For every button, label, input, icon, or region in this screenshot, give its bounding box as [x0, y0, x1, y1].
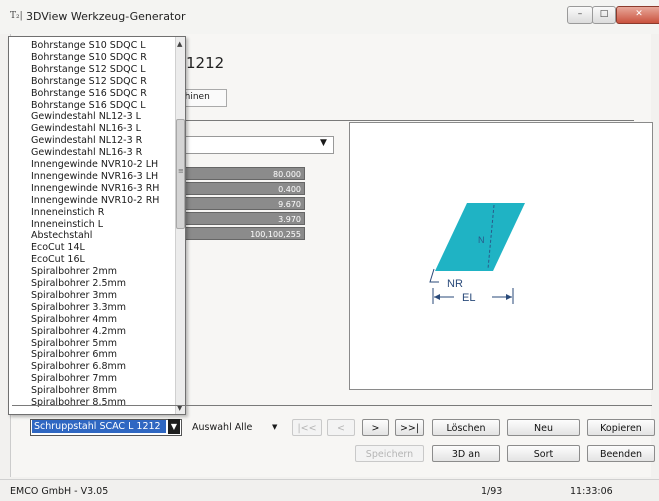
- tool-list-item[interactable]: Bohrstange S12 SDQC L: [31, 64, 146, 76]
- angle-label: N: [478, 235, 485, 245]
- tool-list-item[interactable]: Innengewinde NVR16-3 LH: [31, 171, 158, 183]
- tool-list-item[interactable]: Gewindestahl NL12-3 L: [31, 111, 141, 123]
- tool-list-item[interactable]: Spiralbohrer 5mm: [31, 338, 117, 350]
- maximize-button[interactable]: □: [592, 6, 616, 24]
- tool-heading: 1212: [186, 54, 225, 72]
- el-label: EL: [462, 292, 475, 304]
- tool-list-item[interactable]: Spiralbohrer 7mm: [31, 373, 117, 385]
- tool-list-item[interactable]: Innengewinde NVR16-3 RH: [31, 183, 159, 195]
- tool-list-item[interactable]: Gewindestahl NL16-3 R: [31, 147, 142, 159]
- tool-list-item[interactable]: Bohrstange S12 SDQC R: [31, 76, 147, 88]
- tool-list-item[interactable]: Spiralbohrer 8.5mm: [31, 397, 126, 409]
- tool-list-item[interactable]: Spiralbohrer 3mm: [31, 290, 117, 302]
- tool-list-item[interactable]: Inneneinstich R: [31, 207, 104, 219]
- record-counter: 1/93: [481, 486, 503, 497]
- value-field-3[interactable]: 9.670: [173, 197, 305, 210]
- clock: 11:33:06: [570, 486, 613, 497]
- separator-line: [170, 120, 634, 121]
- quit-button[interactable]: Beenden: [587, 445, 655, 462]
- close-button[interactable]: ✕: [616, 6, 659, 24]
- tool-list-item[interactable]: Spiralbohrer 3.3mm: [31, 302, 126, 314]
- copy-button[interactable]: Kopieren: [587, 419, 655, 436]
- tool-list-item[interactable]: Spiralbohrer 2mm: [31, 266, 117, 278]
- insert-drawing: N NR EL: [429, 203, 525, 304]
- tool-list-item[interactable]: Spiralbohrer 6mm: [31, 349, 117, 361]
- last-record-button[interactable]: >>|: [395, 419, 424, 436]
- tool-preview-panel: N NR EL: [349, 122, 653, 390]
- value-field-2[interactable]: 0.400: [173, 182, 305, 195]
- nr-label: NR: [447, 278, 463, 290]
- chevron-down-icon[interactable]: ▼: [272, 423, 277, 431]
- minimize-button[interactable]: –: [567, 6, 593, 24]
- value-field-1[interactable]: 80.000: [173, 167, 305, 180]
- tool-list-item[interactable]: Gewindestahl NL12-3 R: [31, 135, 142, 147]
- value-field-4[interactable]: 3.970: [173, 212, 305, 225]
- filter-select[interactable]: Auswahl Alle: [192, 422, 252, 433]
- tool-list-item[interactable]: Spiralbohrer 4mm: [31, 314, 117, 326]
- tool-dropdown-list[interactable]: Bohrstange S10 SDQC L Bohrstange S10 SDQC…: [8, 36, 186, 415]
- company-version: EMCO GmbH - V3.05: [10, 486, 109, 497]
- grip-icon: ≡: [178, 167, 184, 175]
- color-field[interactable]: 100,100,255: [173, 227, 305, 240]
- bottom-separator: [12, 405, 652, 406]
- tool-list-item[interactable]: Gewindestahl NL16-3 L: [31, 123, 141, 135]
- window-title: 3DView Werkzeug-Generator: [26, 10, 186, 23]
- delete-button[interactable]: Löschen: [432, 419, 500, 436]
- tool-list-item[interactable]: Bohrstange S10 SDQC R: [31, 52, 147, 64]
- tool-list-item[interactable]: Innengewinde NVR10-2 RH: [31, 195, 159, 207]
- tool-list-item[interactable]: EcoCut 16L: [31, 254, 85, 266]
- tool-list-item[interactable]: Bohrstange S10 SDQC L: [31, 40, 146, 52]
- save-button[interactable]: Speichern: [355, 445, 424, 462]
- tool-list-item[interactable]: Abstechstahl: [31, 230, 92, 242]
- sort-button[interactable]: Sort: [507, 445, 580, 462]
- chevron-down-icon[interactable]: ▼: [320, 138, 327, 148]
- tool-list-item[interactable]: Spiralbohrer 4.2mm: [31, 326, 126, 338]
- tool-list-item[interactable]: Innengewinde NVR10-2 LH: [31, 159, 158, 171]
- app-icon: T₂|: [10, 11, 23, 21]
- prev-record-button[interactable]: <: [327, 419, 355, 436]
- tool-list-item[interactable]: Inneneinstich L: [31, 219, 103, 231]
- tool-list-item[interactable]: Spiralbohrer 6.8mm: [31, 361, 126, 373]
- tool-select-value[interactable]: Schruppstahl SCAC L 1212: [32, 420, 166, 433]
- new-button[interactable]: Neu: [507, 419, 580, 436]
- 3d-toggle-button[interactable]: 3D an: [432, 445, 500, 462]
- type-select[interactable]: [170, 136, 334, 154]
- tool-list-item[interactable]: Spiralbohrer 8mm: [31, 385, 117, 397]
- chevron-down-icon[interactable]: ▼: [168, 419, 180, 434]
- next-record-button[interactable]: >: [362, 419, 389, 436]
- tool-list-item[interactable]: Bohrstange S16 SDQC R: [31, 88, 147, 100]
- tool-list-item[interactable]: Spiralbohrer 2.5mm: [31, 278, 126, 290]
- first-record-button[interactable]: |<<: [292, 419, 322, 436]
- scroll-up-icon[interactable]: ▲: [177, 40, 182, 48]
- tool-list-item[interactable]: Bohrstange S16 SDQC L: [31, 100, 146, 112]
- tool-list-item[interactable]: EcoCut 14L: [31, 242, 85, 254]
